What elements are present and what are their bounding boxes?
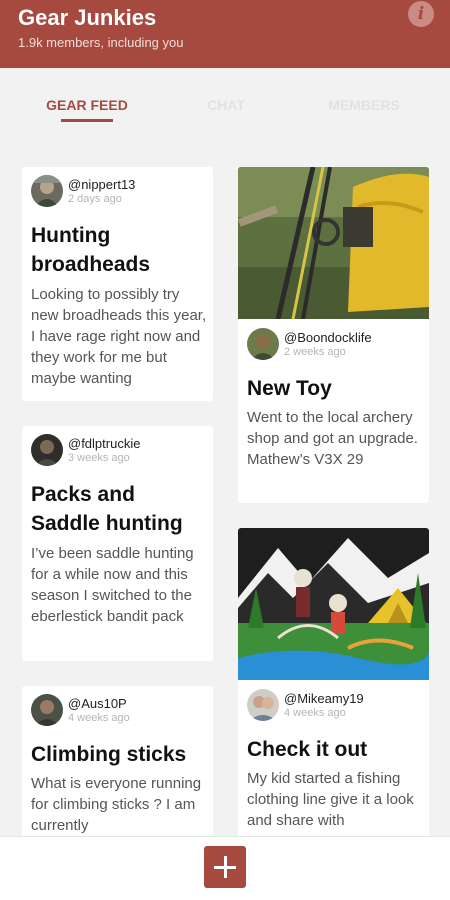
avatar[interactable]: [247, 328, 279, 360]
avatar[interactable]: [247, 689, 279, 721]
post-title: Packs and Saddle hunting: [31, 483, 183, 535]
author-name: @fdlptruckie: [68, 436, 141, 451]
group-title: Gear Junkies: [18, 5, 157, 30]
tab-chat[interactable]: CHAT: [166, 97, 286, 113]
post-time: 2 days ago: [68, 193, 122, 205]
post-title: New Toy: [247, 377, 332, 400]
post-author[interactable]: @Aus10P 4 weeks ago: [31, 694, 130, 726]
post-author[interactable]: @Mikeamy19 4 weeks ago: [247, 689, 364, 721]
author-name: @Mikeamy19: [284, 691, 364, 706]
avatar[interactable]: [31, 175, 63, 207]
author-name: @Boondocklife: [284, 330, 372, 345]
active-tab-indicator: [61, 119, 113, 122]
post-card[interactable]: @nippert13 2 days ago Hunting broadheads…: [22, 167, 213, 401]
post-card[interactable]: @fdlptruckie 3 weeks ago Packs and Saddl…: [22, 426, 213, 661]
tab-bar: GEAR FEED CHAT MEMBERS: [0, 68, 450, 130]
tab-members[interactable]: MEMBERS: [304, 97, 424, 113]
post-card[interactable]: @Boondocklife 2 weeks ago New Toy Went t…: [238, 167, 429, 503]
post-time: 4 weeks ago: [284, 707, 346, 719]
add-post-button[interactable]: [204, 846, 246, 888]
post-body: I’ve been saddle hunting for a while now…: [31, 545, 194, 625]
member-count: 1.9k members, including you: [18, 35, 184, 50]
post-author[interactable]: @Boondocklife 2 weeks ago: [247, 328, 372, 360]
avatar[interactable]: [31, 434, 63, 466]
avatar[interactable]: [31, 694, 63, 726]
tab-gear-feed[interactable]: GEAR FEED: [27, 97, 147, 113]
app-header: Gear Junkies 1.9k members, including you…: [0, 0, 450, 68]
bottom-bar: [0, 836, 450, 900]
post-card[interactable]: @Mikeamy19 4 weeks ago Check it out My k…: [238, 528, 429, 836]
post-time: 2 weeks ago: [284, 346, 346, 358]
post-author[interactable]: @fdlptruckie 3 weeks ago: [31, 434, 140, 466]
post-title: Hunting broadheads: [31, 224, 151, 276]
post-title: Check it out: [247, 738, 368, 761]
author-name: @nippert13: [68, 177, 136, 192]
gear-feed[interactable]: @nippert13 2 days ago Hunting broadheads…: [0, 130, 450, 836]
author-name: @Aus10P: [68, 696, 127, 711]
post-author[interactable]: @nippert13 2 days ago: [31, 175, 135, 207]
post-time: 4 weeks ago: [68, 712, 130, 724]
post-image[interactable]: [238, 167, 429, 319]
post-time: 3 weeks ago: [68, 452, 130, 464]
post-body: My kid started a fishing clothing line g…: [247, 770, 414, 829]
info-icon[interactable]: i: [408, 1, 434, 27]
post-body: Went to the local archery shop and got a…: [247, 409, 418, 468]
post-body: Looking to possibly try new broadheads t…: [31, 286, 207, 387]
post-image[interactable]: [238, 528, 429, 680]
post-body: What is everyone running for climbing st…: [31, 775, 202, 834]
post-title: Climbing sticks: [31, 743, 187, 766]
post-card[interactable]: @Aus10P 4 weeks ago Climbing sticks What…: [22, 686, 213, 836]
